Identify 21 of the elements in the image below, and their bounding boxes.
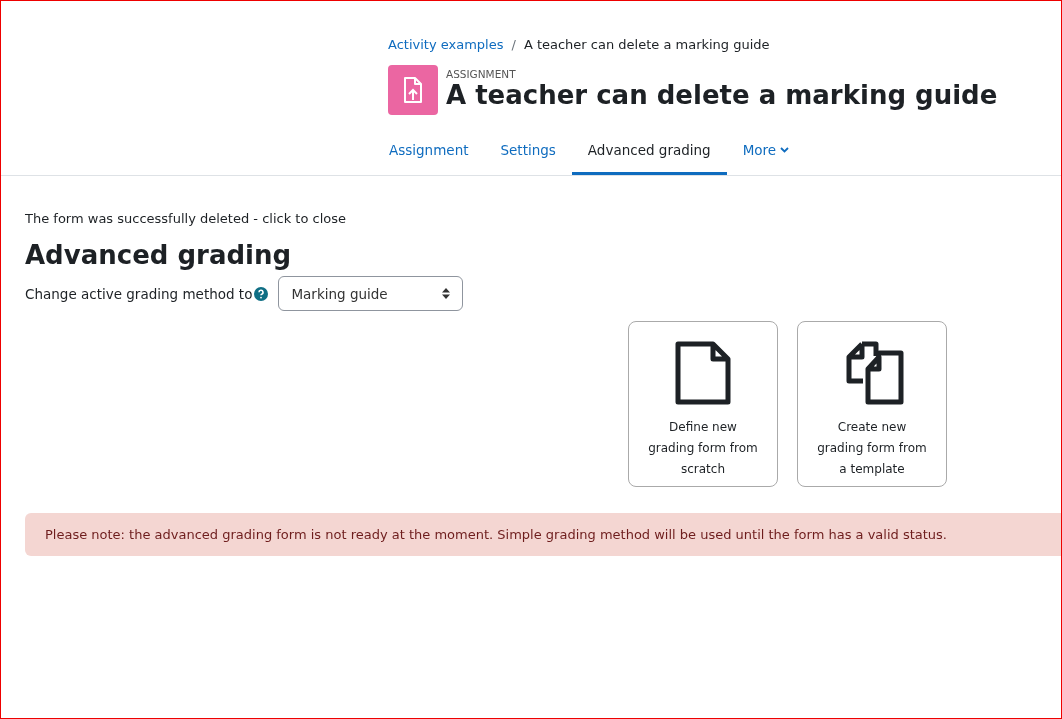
sort-arrows-icon xyxy=(442,288,451,299)
nav-tab[interactable]: Assignment xyxy=(388,134,485,175)
module-type-label: ASSIGNMENT xyxy=(446,68,517,81)
blank-document-icon xyxy=(675,341,731,405)
page-title: A teacher can delete a marking guide xyxy=(446,80,998,112)
nav-tab[interactable]: More xyxy=(726,134,806,175)
breadcrumb-current: A teacher can delete a marking guide xyxy=(523,37,770,52)
help-icon[interactable] xyxy=(254,286,269,301)
grading-method-select[interactable]: Marking guide xyxy=(278,276,464,311)
warning-alert: Please note: the advanced grading form is not ready at the moment. Simple grading method will be used until the form has a valid status. xyxy=(25,513,1061,556)
section-heading: Advanced grading xyxy=(25,240,293,270)
success-notification[interactable]: The form was successfully deleted - click to close xyxy=(25,211,1061,226)
grading-method-label: Change active grading method to xyxy=(25,285,253,302)
nav-tab[interactable]: Advanced grading xyxy=(571,134,727,175)
breadcrumb-separator: / xyxy=(511,37,516,52)
chevron-down-icon xyxy=(780,147,790,153)
breadcrumb-link[interactable]: Activity examples xyxy=(388,37,504,52)
grading-option-card[interactable]: Create new grading form from a template xyxy=(797,321,947,487)
grading-option-card[interactable]: Define new grading form from scratch xyxy=(628,321,778,487)
nav-tab[interactable]: Settings xyxy=(484,134,572,175)
assignment-icon xyxy=(388,65,438,115)
